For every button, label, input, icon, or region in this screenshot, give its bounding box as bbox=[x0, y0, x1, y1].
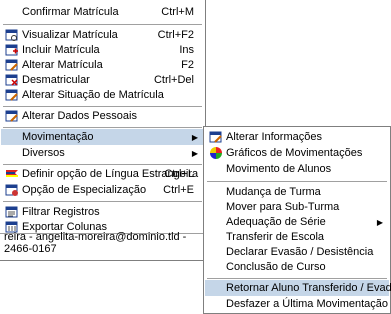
submenu-item-transferir-escola[interactable]: Transferir de Escola bbox=[205, 229, 389, 245]
menu-item-label: Movimentação bbox=[22, 131, 94, 143]
menu-item-label: Alterar Informações bbox=[226, 131, 322, 143]
menu-item-label: Opção de Especialização bbox=[22, 184, 147, 196]
menu-item-label: Incluir Matrícula bbox=[22, 44, 100, 56]
menu-item-diversos[interactable]: Diversos ▶ bbox=[1, 145, 204, 161]
shortcut-label: Ins bbox=[179, 44, 194, 56]
shortcut-label: F2 bbox=[181, 59, 194, 71]
menu-item-label: Visualizar Matrícula bbox=[22, 29, 118, 41]
menu-item-label: Mudança de Turma bbox=[226, 186, 321, 198]
menu-item-label: Conclusão de Curso bbox=[226, 261, 326, 273]
edit-personal-icon bbox=[5, 110, 18, 122]
menu-item-label: Movimento de Alunos bbox=[226, 163, 332, 175]
menu-item-visualizar-matricula[interactable]: Visualizar Matrícula Ctrl+F2 bbox=[1, 27, 204, 43]
submenu-item-mover-sub-turma[interactable]: Mover para Sub-Turma bbox=[205, 199, 389, 215]
menu-item-label: Desfazer a Última Movimentação bbox=[226, 298, 389, 310]
submenu-item-desfazer-movimentacao[interactable]: Desfazer a Última Movimentação bbox=[205, 296, 389, 312]
context-menu: Confirmar Matrícula Ctrl+M Visualizar Ma… bbox=[0, 0, 206, 261]
menu-item-label: Alterar Situação de Matrícula bbox=[22, 89, 164, 101]
menu-item-label: Adequação de Série bbox=[226, 216, 326, 228]
menu-item-label: Mover para Sub-Turma bbox=[226, 201, 340, 213]
shortcut-label: Ctrl+Del bbox=[153, 74, 194, 86]
submenu-item-alterar-informacoes[interactable]: Alterar Informações bbox=[205, 129, 389, 145]
menu-separator bbox=[3, 106, 202, 107]
status-text: reira - angelita-moreira@dominio.tld - 2… bbox=[4, 230, 187, 255]
submenu-item-retornar-aluno[interactable]: Retornar Aluno Transferido / Evadido bbox=[205, 280, 391, 296]
menu-item-lingua-estrangeira[interactable]: Definir opção de Língua Estrangeira Ctrl… bbox=[1, 166, 204, 182]
menu-item-label: Transferir de Escola bbox=[226, 231, 325, 243]
menu-item-label: Gráficos de Movimentações bbox=[226, 147, 363, 159]
filter-icon bbox=[5, 206, 18, 218]
shortcut-label: Ctrl+M bbox=[161, 6, 194, 18]
submenu-arrow-icon: ▶ bbox=[191, 148, 198, 158]
menu-separator bbox=[207, 278, 387, 279]
menu-separator bbox=[3, 127, 202, 128]
menu-item-label: Desmatricular bbox=[22, 74, 90, 86]
edit-info-icon bbox=[209, 131, 222, 143]
menu-item-label: Confirmar Matrícula bbox=[22, 6, 119, 18]
menu-separator bbox=[3, 164, 202, 165]
menu-item-label: Retornar Aluno Transferido / Evadido bbox=[226, 282, 391, 294]
submenu-arrow-icon: ▶ bbox=[191, 132, 198, 142]
delete-icon bbox=[5, 74, 18, 86]
submenu-item-adequacao-serie[interactable]: Adequação de Série ▶ bbox=[205, 214, 389, 230]
status-bar: reira - angelita-moreira@dominio.tld - 2… bbox=[0, 231, 206, 255]
view-icon bbox=[5, 29, 18, 41]
shortcut-label: Ctrl+L bbox=[164, 168, 194, 180]
menu-item-alterar-dados-pessoais[interactable]: Alterar Dados Pessoais bbox=[1, 108, 204, 124]
menu-separator bbox=[3, 24, 202, 25]
menu-item-incluir-matricula[interactable]: Incluir Matrícula Ins bbox=[1, 42, 204, 58]
submenu-item-graficos[interactable]: Gráficos de Movimentações bbox=[205, 145, 389, 161]
menu-item-label: Declarar Evasão / Desistência bbox=[226, 246, 374, 258]
flag-icon bbox=[6, 170, 18, 177]
add-icon bbox=[5, 44, 18, 56]
menu-item-desmatricular[interactable]: Desmatricular Ctrl+Del bbox=[1, 72, 204, 88]
menu-item-label: Alterar Matrícula bbox=[22, 59, 103, 71]
menu-item-label: Diversos bbox=[22, 147, 65, 159]
shortcut-label: Ctrl+E bbox=[163, 184, 194, 196]
menu-item-filtrar-registros[interactable]: Filtrar Registros bbox=[1, 204, 204, 220]
menu-item-label: Filtrar Registros bbox=[22, 206, 100, 218]
submenu-item-conclusao-curso[interactable]: Conclusão de Curso bbox=[205, 259, 389, 275]
menu-item-opcao-especializacao[interactable]: Opção de Especialização Ctrl+E bbox=[1, 182, 204, 198]
pie-chart-icon bbox=[210, 147, 222, 159]
edit-icon bbox=[5, 59, 18, 71]
menu-separator bbox=[207, 181, 387, 182]
menu-item-label: Alterar Dados Pessoais bbox=[22, 110, 137, 122]
submenu-arrow-icon: ▶ bbox=[376, 217, 383, 227]
menu-separator bbox=[3, 201, 202, 202]
edit-status-icon bbox=[5, 89, 18, 101]
menu-item-alterar-situacao[interactable]: Alterar Situação de Matrícula bbox=[1, 87, 204, 103]
menu-item-confirmar-matricula[interactable]: Confirmar Matrícula Ctrl+M bbox=[1, 4, 204, 20]
submenu-item-mudanca-turma[interactable]: Mudança de Turma bbox=[205, 184, 389, 200]
shortcut-label: Ctrl+F2 bbox=[157, 29, 194, 41]
submenu-item-declarar-evasao[interactable]: Declarar Evasão / Desistência bbox=[205, 244, 389, 260]
specialization-icon bbox=[5, 184, 18, 196]
menu-item-movimentacao[interactable]: Movimentação ▶ bbox=[1, 129, 204, 145]
menu-item-alterar-matricula[interactable]: Alterar Matrícula F2 bbox=[1, 57, 204, 73]
submenu-movimentacao: Alterar Informações Gráficos de Moviment… bbox=[203, 126, 391, 314]
submenu-item-movimento-alunos[interactable]: Movimento de Alunos bbox=[205, 161, 389, 177]
